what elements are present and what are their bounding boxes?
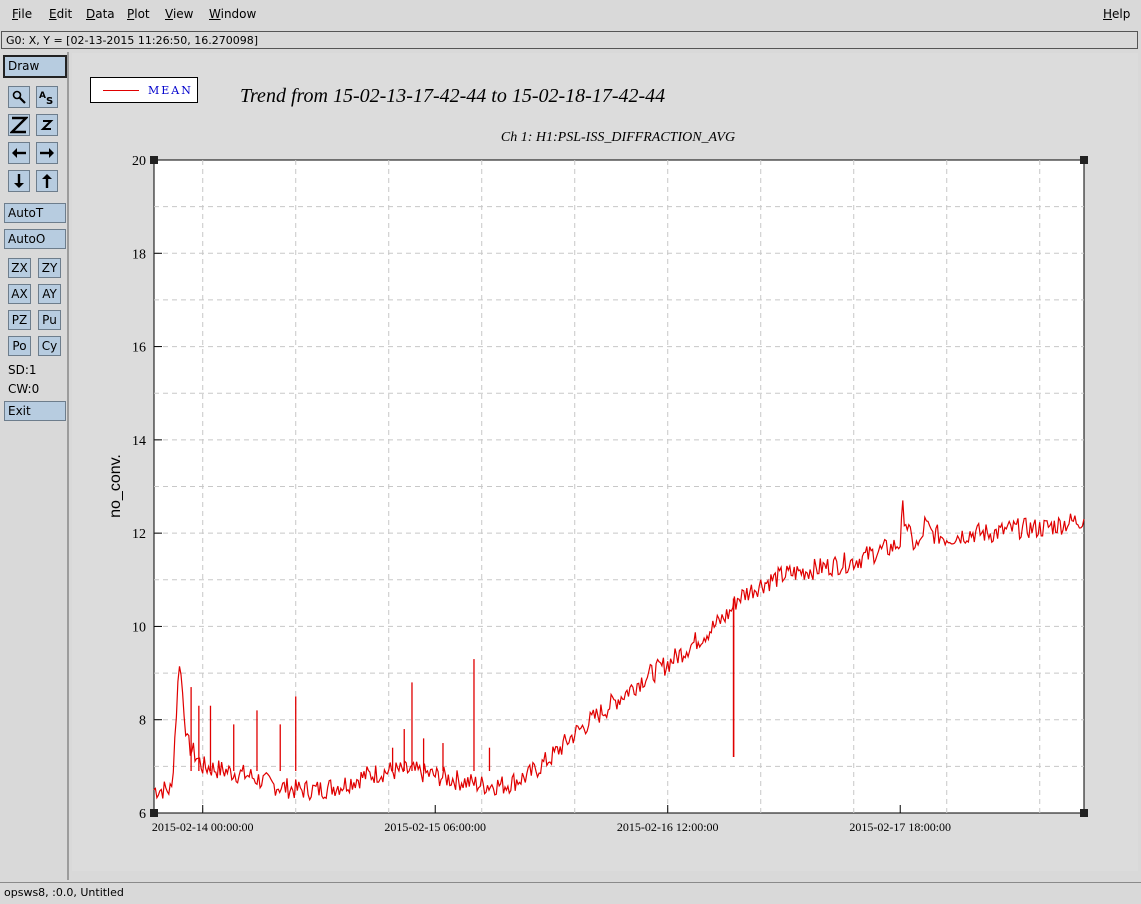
y-tick-label: 12 bbox=[132, 527, 146, 542]
chart-subtitle: Ch 1: H1:PSL-ISS_DIFFRACTION_AVG bbox=[501, 130, 735, 145]
corner-handle-top-right[interactable] bbox=[1080, 156, 1088, 164]
x-tick-label: 2015-02-17 18:00:00 bbox=[849, 820, 951, 834]
y-tick-label: 6 bbox=[139, 807, 146, 822]
status-bar: opsws8, :0.0, Untitled bbox=[0, 882, 1141, 904]
y-tick-label: 14 bbox=[132, 434, 146, 449]
y-tick-label: 10 bbox=[132, 620, 146, 635]
corner-handle-bottom-left[interactable] bbox=[150, 809, 158, 817]
y-tick-label: 8 bbox=[139, 714, 146, 729]
status-text: opsws8, :0.0, Untitled bbox=[4, 886, 124, 899]
corner-handle-top-left[interactable] bbox=[150, 156, 158, 164]
y-tick-label: 20 bbox=[132, 154, 146, 169]
corner-handle-bottom-right[interactable] bbox=[1080, 809, 1088, 817]
x-tick-label: 2015-02-15 06:00:00 bbox=[384, 820, 486, 834]
chart[interactable]: Ch 1: H1:PSL-ISS_DIFFRACTION_AVG 6 8 10 12 1… bbox=[0, 0, 1141, 903]
y-tick-label: 18 bbox=[132, 247, 146, 262]
y-tick-label: 16 bbox=[132, 341, 146, 356]
y-axis-label: no_conv. bbox=[107, 454, 124, 518]
x-tick-label: 2015-02-14 00:00:00 bbox=[152, 820, 254, 834]
x-tick-label: 2015-02-16 12:00:00 bbox=[617, 820, 719, 834]
